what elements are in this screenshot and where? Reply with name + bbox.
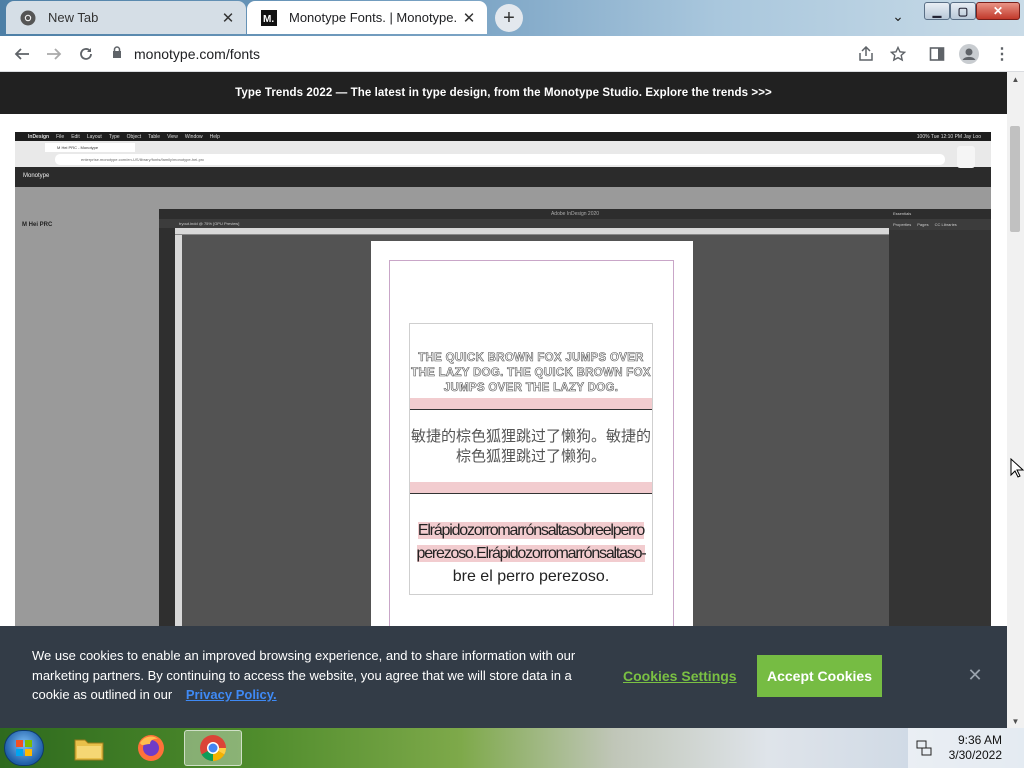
- tab-label: New Tab: [48, 10, 99, 25]
- sample-text-spanish: Elrápidozorromarrónsaltasobreelperro per…: [410, 519, 652, 588]
- browser-tabstrip: New Tab ✕ M. Monotype Fonts. | Monotype.…: [0, 0, 1024, 36]
- mac-menubar: InDesign File Edit Layout Type Object Ta…: [15, 132, 991, 141]
- profile-avatar[interactable]: [955, 40, 983, 68]
- new-tab-button[interactable]: +: [495, 4, 523, 32]
- sample-text-chinese: 敏捷的棕色狐狸跳过了懒狗。敏捷的棕色狐狸跳过了懒狗。: [410, 427, 651, 465]
- inner-browser: M Hei PRC - Monotype enterprise.monotype…: [15, 141, 991, 167]
- maximize-button[interactable]: ▢: [950, 2, 976, 20]
- properties-panel: Essentials Properties Pages CC Libraries: [889, 209, 991, 652]
- chevron-down-icon[interactable]: ⌄: [886, 6, 910, 26]
- tools-panel: [159, 228, 175, 652]
- close-tab-icon[interactable]: ✕: [216, 6, 240, 30]
- mouse-cursor-icon: [1010, 457, 1024, 478]
- windows-taskbar: 9:36 AM 3/30/2022: [0, 728, 1024, 768]
- lock-icon: [957, 146, 975, 168]
- browser-toolbar: monotype.com/fonts ⋮: [0, 36, 1024, 72]
- forward-arrow-icon[interactable]: [40, 40, 68, 68]
- start-button[interactable]: [4, 730, 44, 766]
- monotype-m-icon: M.: [261, 9, 277, 26]
- tab-new-tab[interactable]: New Tab ✕: [6, 1, 246, 34]
- bookmark-star-icon[interactable]: [884, 40, 912, 68]
- address-bar[interactable]: monotype.com/fonts: [112, 41, 848, 67]
- inner-site-header: Monotype: [15, 167, 991, 187]
- clock-date: 3/30/2022: [948, 748, 1002, 762]
- menu-item: Window: [184, 133, 203, 140]
- type-trends-banner[interactable]: Type Trends 2022 — The latest in type de…: [0, 72, 1007, 114]
- system-tray: 9:36 AM 3/30/2022: [908, 728, 1024, 768]
- menu-item: InDesign: [28, 133, 50, 140]
- menu-item: Table: [148, 133, 161, 140]
- cookie-consent-banner: We use cookies to enable an improved bro…: [0, 626, 1007, 728]
- accept-cookies-button[interactable]: Accept Cookies: [757, 655, 882, 697]
- menu-item: Help: [209, 133, 220, 140]
- close-tab-icon[interactable]: ✕: [457, 6, 481, 30]
- cookie-message: We use cookies to enable an improved bro…: [32, 646, 592, 705]
- tab-monotype[interactable]: M. Monotype Fonts. | Monotype. ✕: [247, 1, 487, 34]
- clock-time: 9:36 AM: [957, 733, 1002, 747]
- inner-url: enterprise.monotype.com/en-US/library/fo…: [55, 154, 945, 165]
- panel-tab: Pages: [917, 222, 929, 227]
- menu-item: View: [167, 133, 178, 140]
- share-icon[interactable]: [852, 40, 880, 68]
- file-explorer-icon[interactable]: [60, 730, 118, 766]
- font-family-name: M Hei PRC: [22, 222, 53, 228]
- chrome-icon[interactable]: [184, 730, 242, 766]
- close-icon[interactable]: ✕: [964, 664, 986, 686]
- rule-line: [410, 493, 652, 494]
- menu-item: Object: [126, 133, 142, 140]
- panel-header: Essentials: [889, 209, 991, 219]
- scroll-down-arrow-icon[interactable]: ▼: [1007, 714, 1024, 728]
- horizontal-ruler: [175, 228, 889, 235]
- lock-icon: [112, 45, 122, 63]
- menu-item: Layout: [86, 133, 102, 140]
- cookies-settings-link[interactable]: Cookies Settings: [623, 668, 737, 684]
- cookie-message-text: We use cookies to enable an improved bro…: [32, 648, 576, 702]
- svg-text:M.: M.: [263, 14, 274, 25]
- url-text: monotype.com/fonts: [134, 46, 261, 62]
- vertical-ruler: [175, 235, 182, 652]
- panel-tab: CC Libraries: [934, 222, 957, 227]
- clock[interactable]: 9:36 AM 3/30/2022: [949, 733, 1002, 763]
- menu-item: Edit: [71, 133, 80, 140]
- highlight-bar: [410, 398, 652, 409]
- scroll-up-arrow-icon[interactable]: ▲: [1007, 72, 1024, 86]
- back-arrow-icon[interactable]: [8, 40, 36, 68]
- scrollbar-thumb[interactable]: [1010, 126, 1020, 232]
- firefox-icon[interactable]: [122, 730, 180, 766]
- menu-item: File: [56, 133, 65, 140]
- sample-text-spanish-end: bre el perro perezoso.: [452, 568, 610, 585]
- network-icon[interactable]: [916, 740, 932, 761]
- inner-logo: Monotype: [23, 173, 50, 179]
- side-panel-icon[interactable]: [923, 40, 951, 68]
- reload-icon[interactable]: [72, 40, 100, 68]
- privacy-policy-link[interactable]: Privacy Policy.: [186, 687, 277, 702]
- mac-status: 100% Tue 12:10 PM Jay Loo: [916, 133, 981, 140]
- minimize-button[interactable]: ▁: [924, 2, 950, 20]
- rule-line: [410, 409, 652, 410]
- close-window-button[interactable]: ✕: [976, 2, 1020, 20]
- menu-item: Type: [108, 133, 120, 140]
- banner-text: Type Trends 2022 — The latest in type de…: [235, 87, 772, 99]
- sample-text-latin-caps: THE QUICK BROWN FOX JUMPS OVER THE LAZY …: [411, 352, 651, 395]
- panel-tab: Properties: [893, 222, 912, 227]
- menu-kebab-icon[interactable]: ⋮: [988, 40, 1016, 68]
- inner-tab: M Hei PRC - Monotype: [45, 143, 135, 152]
- sample-text-spanish-highlight: Elrápidozorromarrónsaltasobreelperro per…: [416, 522, 647, 562]
- indesign-doc-tab: tryout.indd @ 75% [GPU Preview]: [159, 219, 889, 228]
- indesign-title: Adobe InDesign 2020: [159, 209, 991, 219]
- highlight-bar: [410, 482, 652, 493]
- chrome-icon: [20, 10, 36, 26]
- page-scrollbar[interactable]: ▲ ▼: [1007, 72, 1024, 728]
- tab-label: Monotype Fonts. | Monotype.: [289, 10, 457, 25]
